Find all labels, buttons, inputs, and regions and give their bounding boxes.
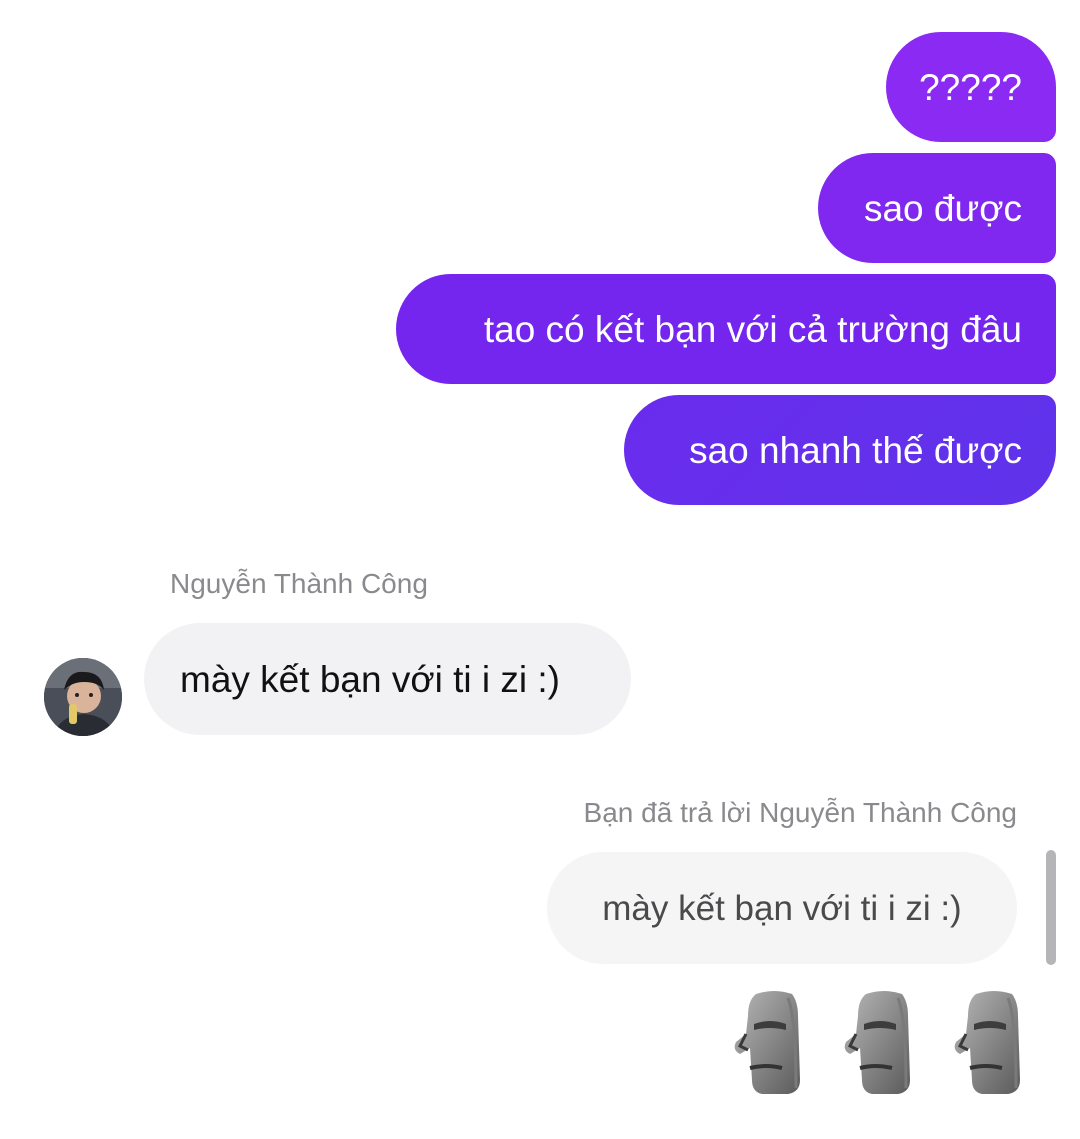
moai-icon (734, 991, 800, 1094)
avatar[interactable] (44, 658, 122, 736)
moai-icon (844, 991, 910, 1094)
incoming-message[interactable]: mày kết bạn với ti i zi :) (144, 623, 631, 735)
avatar-image (44, 658, 122, 736)
moai-icon (954, 991, 1020, 1094)
outgoing-message[interactable]: tao có kết bạn với cả trường đâu (396, 274, 1056, 384)
outgoing-message[interactable]: ????? (886, 32, 1056, 142)
message-text: sao nhanh thế được (689, 429, 1022, 471)
message-text: tao có kết bạn với cả trường đâu (483, 308, 1022, 350)
emoji-message[interactable] (726, 988, 1042, 1098)
scrollbar[interactable] (1046, 850, 1056, 965)
message-text: mày kết bạn với ti i zi :) (180, 658, 560, 700)
quoted-message[interactable]: mày kết bạn với ti i zi :) (547, 852, 1017, 964)
quoted-text: mày kết bạn với ti i zi :) (602, 888, 962, 928)
outgoing-message[interactable]: sao nhanh thế được (624, 395, 1056, 505)
sender-name: Nguyễn Thành Công (170, 568, 428, 599)
outgoing-message[interactable]: sao được (818, 153, 1056, 263)
message-text: sao được (863, 187, 1022, 229)
message-text: ????? (919, 66, 1022, 108)
reply-label: Bạn đã trả lời Nguyễn Thành Công (583, 797, 1017, 828)
